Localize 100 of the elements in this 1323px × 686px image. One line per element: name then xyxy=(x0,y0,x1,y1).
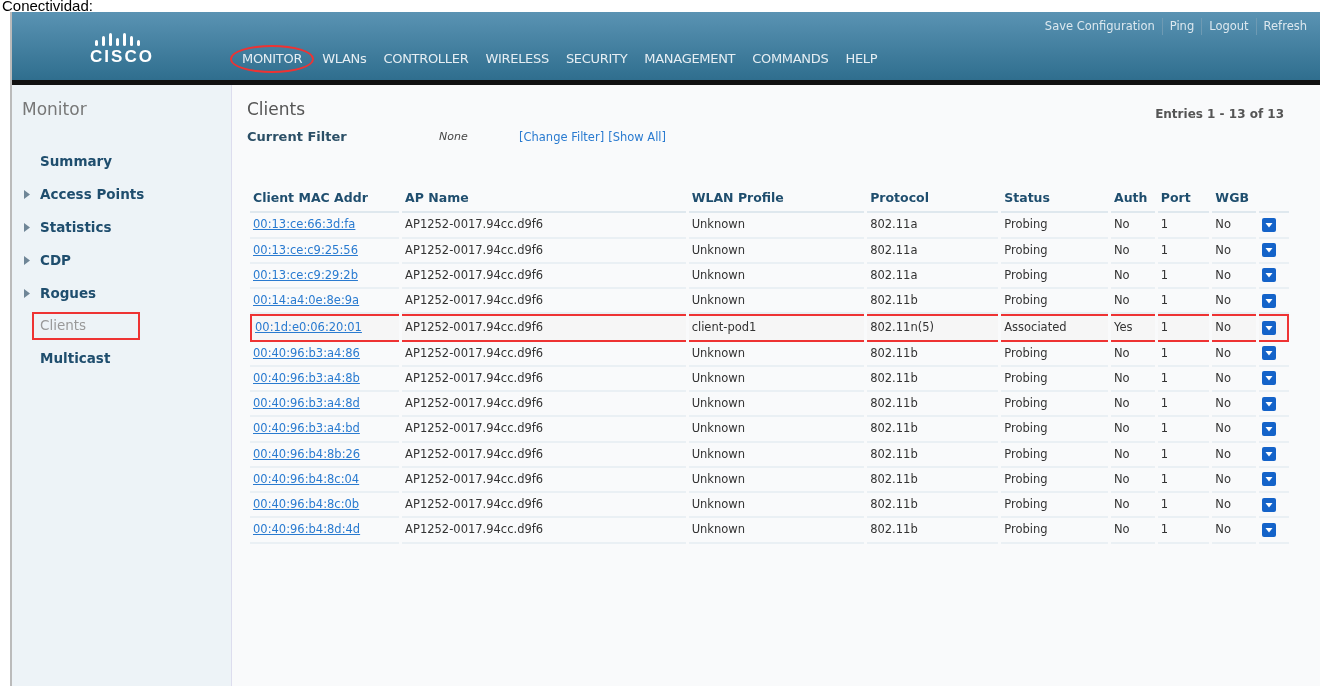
sidebar-item[interactable]: Clients xyxy=(34,313,138,338)
table-cell: 802.11a xyxy=(870,267,918,282)
table-cell: Probing xyxy=(1004,446,1048,461)
table-cell: 802.11a xyxy=(870,242,918,257)
table-cell: AP1252-0017.94cc.d9f6 xyxy=(405,320,544,335)
table-cell: Unknown xyxy=(691,267,746,282)
filter-label: Current Filter xyxy=(247,128,348,146)
mac-link[interactable]: 00:40:96:b4:8c:0b xyxy=(253,497,360,511)
table-cell: 1 xyxy=(1160,497,1169,511)
table-cell: Probing xyxy=(1004,267,1048,282)
table-cell: No xyxy=(1114,421,1130,436)
table-cell: No xyxy=(1215,497,1231,511)
column-header: WLAN Profile xyxy=(688,184,865,214)
column-header: Status xyxy=(1001,184,1108,214)
menu-tab[interactable]: SECURITY xyxy=(558,49,635,71)
mac-link[interactable]: 00:14:a4:0e:8e:9a xyxy=(253,293,360,307)
header-link[interactable]: Save Configuration xyxy=(1037,18,1162,36)
filter-link[interactable]: [Change Filter] xyxy=(519,129,605,144)
table-cell: client-pod1 xyxy=(691,320,757,335)
dropdown-icon[interactable] xyxy=(1262,447,1277,462)
table-cell: AP1252-0017.94cc.d9f6 xyxy=(405,421,544,436)
menu-tab[interactable]: WIRELESS xyxy=(478,49,556,71)
mac-link[interactable]: 00:40:96:b3:a4:8b xyxy=(253,370,360,385)
mac-link[interactable]: 00:13:ce:66:3d:fa xyxy=(253,217,356,232)
table-cell: AP1252-0017.94cc.d9f6 xyxy=(405,345,544,360)
table-cell: 802.11b xyxy=(870,396,918,410)
table-cell: 1 xyxy=(1160,522,1169,537)
table-cell: Probing xyxy=(1004,370,1048,385)
dropdown-icon[interactable] xyxy=(1262,396,1277,411)
mac-link[interactable]: 00:13:ce:c9:29:2b xyxy=(253,267,358,282)
table-cell: AP1252-0017.94cc.d9f6 xyxy=(405,217,544,232)
table-cell: Unknown xyxy=(691,421,746,436)
table-cell: No xyxy=(1215,345,1231,360)
table-cell: 1 xyxy=(1160,471,1169,486)
table-cell: Probing xyxy=(1004,471,1048,486)
table-cell: No xyxy=(1215,320,1231,335)
table-cell: AP1252-0017.94cc.d9f6 xyxy=(405,242,544,257)
mac-link[interactable]: 00:40:96:b3:a4:bd xyxy=(253,421,360,436)
table-cell: 1 xyxy=(1160,242,1169,257)
table-cell: 1 xyxy=(1160,421,1169,436)
table-cell: Associated xyxy=(1004,320,1067,335)
dropdown-icon[interactable] xyxy=(1262,522,1277,537)
table-cell: 802.11b xyxy=(870,345,918,360)
sidebar-item[interactable]: Rogues xyxy=(22,276,231,310)
page-title: Clients xyxy=(247,98,306,121)
table-cell: No xyxy=(1114,217,1130,232)
table-cell: 802.11b xyxy=(870,421,918,436)
dropdown-icon[interactable] xyxy=(1262,371,1277,386)
table-cell: 1 xyxy=(1160,293,1169,307)
mac-link[interactable]: 00:40:96:b4:8b:26 xyxy=(253,446,361,461)
dropdown-icon[interactable] xyxy=(1262,421,1277,436)
menu-tab[interactable]: MONITOR xyxy=(232,47,313,71)
header-link[interactable]: Logout xyxy=(1201,18,1256,36)
menu-tab[interactable]: MANAGEMENT xyxy=(637,49,743,71)
sidebar-item[interactable]: Multicast xyxy=(22,341,231,375)
table-cell: No xyxy=(1114,370,1130,385)
table-cell: No xyxy=(1114,345,1130,360)
mac-link[interactable]: 00:40:96:b3:a4:8d xyxy=(253,396,360,410)
filter-link[interactable]: [Show All] xyxy=(608,129,667,144)
menu-tab[interactable]: CONTROLLER xyxy=(376,49,476,71)
dropdown-icon[interactable] xyxy=(1262,243,1277,258)
menu-tab[interactable]: WLANs xyxy=(315,49,374,71)
table-cell: 1 xyxy=(1160,446,1169,461)
table-cell: 802.11b xyxy=(870,497,918,511)
sidebar-item[interactable]: Statistics xyxy=(22,210,231,244)
dropdown-icon[interactable] xyxy=(1262,472,1277,487)
table-cell: No xyxy=(1215,293,1231,307)
mac-link[interactable]: 00:40:96:b3:a4:86 xyxy=(253,345,360,360)
table-cell: 802.11b xyxy=(870,293,918,307)
menu-tab[interactable]: COMMANDS xyxy=(745,49,836,71)
mac-link[interactable]: 00:40:96:b4:8d:4d xyxy=(253,522,361,537)
table-cell: Unknown xyxy=(691,217,746,232)
mac-link[interactable]: 00:13:ce:c9:25:56 xyxy=(253,242,358,257)
table-cell: AP1252-0017.94cc.d9f6 xyxy=(405,370,544,385)
dropdown-icon[interactable] xyxy=(1262,293,1277,308)
table-cell: No xyxy=(1215,242,1231,257)
table-cell: AP1252-0017.94cc.d9f6 xyxy=(405,267,544,282)
dropdown-icon[interactable] xyxy=(1262,320,1277,335)
sidebar-item[interactable]: CDP xyxy=(22,243,231,277)
header-link[interactable]: Refresh xyxy=(1255,18,1314,36)
table-cell: Probing xyxy=(1004,522,1048,537)
table-cell: AP1252-0017.94cc.d9f6 xyxy=(405,396,544,410)
dropdown-icon[interactable] xyxy=(1262,217,1277,232)
table-cell: No xyxy=(1114,242,1130,257)
header-link[interactable]: Ping xyxy=(1161,18,1202,36)
sidebar-item[interactable]: Summary xyxy=(22,144,231,178)
sidebar-item[interactable]: Access Points xyxy=(22,177,231,211)
mac-link[interactable]: 00:40:96:b4:8c:04 xyxy=(253,471,360,486)
table-cell: AP1252-0017.94cc.d9f6 xyxy=(405,293,544,307)
table-cell: Probing xyxy=(1004,293,1048,307)
dropdown-icon[interactable] xyxy=(1262,268,1277,283)
column-header: Client MAC Addr xyxy=(250,184,400,214)
table-cell: AP1252-0017.94cc.d9f6 xyxy=(405,446,544,461)
menu-tab[interactable]: HELP xyxy=(838,49,885,71)
dropdown-icon[interactable] xyxy=(1262,497,1277,512)
table-cell: AP1252-0017.94cc.d9f6 xyxy=(405,471,544,486)
caption-text: Conectividad: xyxy=(1,0,94,12)
table-cell: No xyxy=(1114,497,1130,511)
table-cell: 1 xyxy=(1160,217,1169,232)
dropdown-icon[interactable] xyxy=(1262,346,1277,361)
